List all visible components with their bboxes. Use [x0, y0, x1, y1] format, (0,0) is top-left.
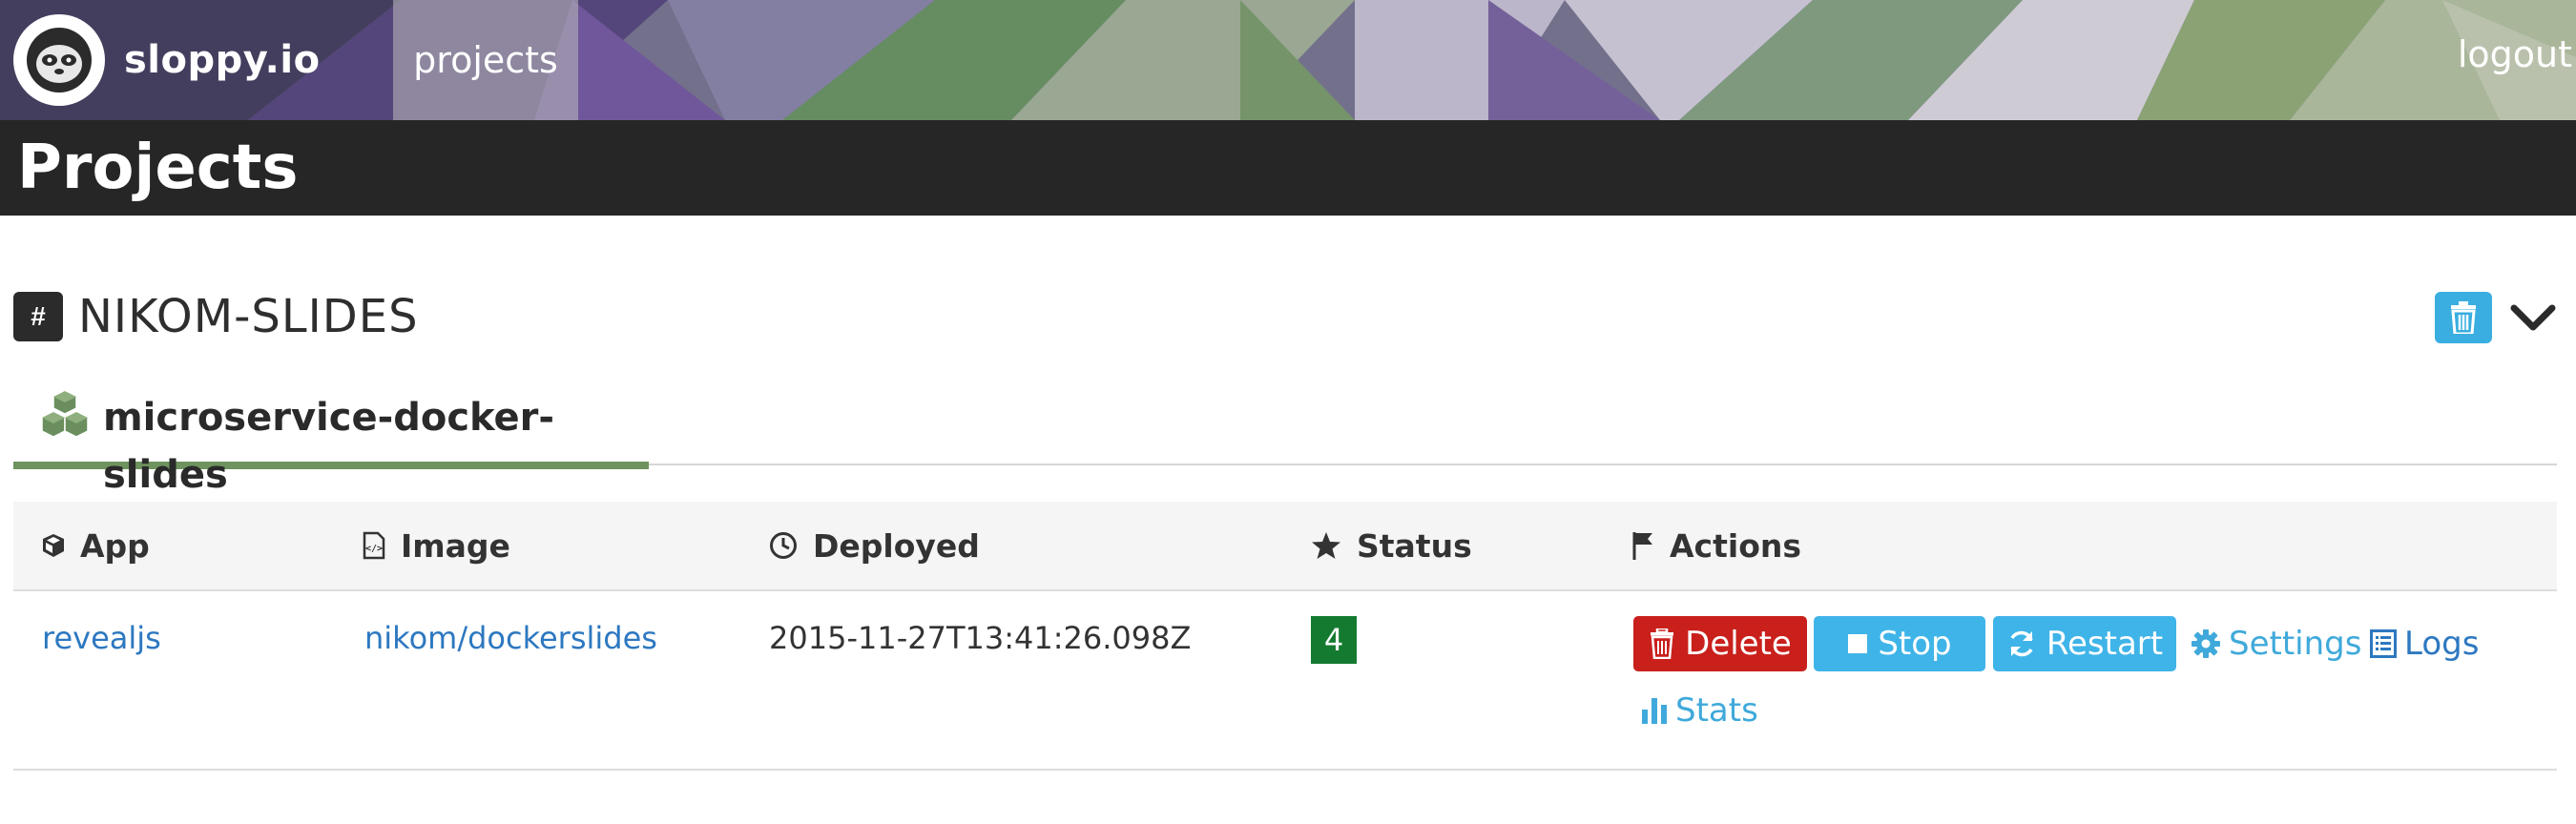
delete-project-button[interactable]	[2435, 292, 2492, 343]
chevron-down-icon	[2510, 304, 2556, 331]
trash-icon	[2451, 301, 2476, 334]
column-header-app: App	[42, 502, 150, 589]
column-header-status: Status	[1311, 502, 1472, 589]
logout-link[interactable]: logout	[2458, 0, 2572, 109]
brand-name[interactable]: sloppy.io	[124, 38, 321, 82]
row-divider	[13, 769, 2557, 771]
deployed-timestamp: 2015-11-27T13:41:26.098Z	[769, 620, 1192, 656]
hash-icon: #	[13, 292, 63, 341]
status-badge: 4	[1311, 616, 1357, 664]
svg-text:</>: </>	[365, 544, 383, 554]
cubes-icon	[40, 389, 90, 443]
polygon-background	[0, 0, 2576, 120]
brand[interactable]: sloppy.io	[13, 8, 321, 113]
table-header: App </> Image Deployed Status Actions	[13, 502, 2557, 591]
tab-divider	[649, 464, 2557, 465]
service-name: microservice-docker-slides	[103, 396, 555, 497]
flag-icon	[1631, 530, 1654, 561]
gear-icon	[2191, 628, 2221, 659]
image-link[interactable]: nikom/dockerslides	[364, 618, 657, 658]
page-title-bar: Projects	[0, 120, 2576, 216]
cube-icon	[42, 533, 65, 558]
star-icon	[1311, 531, 1341, 560]
column-header-actions: Actions	[1631, 502, 1801, 589]
service-tab[interactable]: microservice-docker-slides	[13, 380, 649, 497]
project-name: NIKOM-SLIDES	[78, 290, 419, 343]
bar-chart-icon	[1641, 696, 1668, 725]
sloth-icon	[13, 14, 105, 106]
nav-projects-link[interactable]: projects	[393, 0, 578, 120]
trash-icon	[1649, 628, 1675, 659]
page-title: Projects	[17, 133, 299, 203]
clock-icon	[769, 531, 798, 560]
delete-button[interactable]: Delete	[1633, 616, 1807, 671]
settings-link[interactable]: Settings	[2191, 616, 2361, 671]
stats-link[interactable]: Stats	[1641, 683, 1758, 738]
file-code-icon: </>	[363, 531, 385, 560]
app-link[interactable]: revealjs	[42, 618, 161, 658]
stop-button[interactable]: Stop	[1814, 616, 1985, 671]
collapse-toggle[interactable]	[2507, 296, 2559, 341]
stop-icon	[1847, 633, 1868, 654]
column-header-deployed: Deployed	[769, 502, 980, 589]
restart-button[interactable]: Restart	[1993, 616, 2176, 671]
column-header-image: </> Image	[363, 502, 510, 589]
refresh-icon	[2006, 628, 2037, 659]
list-icon	[2370, 629, 2397, 658]
logs-link[interactable]: Logs	[2370, 616, 2479, 671]
top-navbar: sloppy.io projects logout	[0, 0, 2576, 120]
